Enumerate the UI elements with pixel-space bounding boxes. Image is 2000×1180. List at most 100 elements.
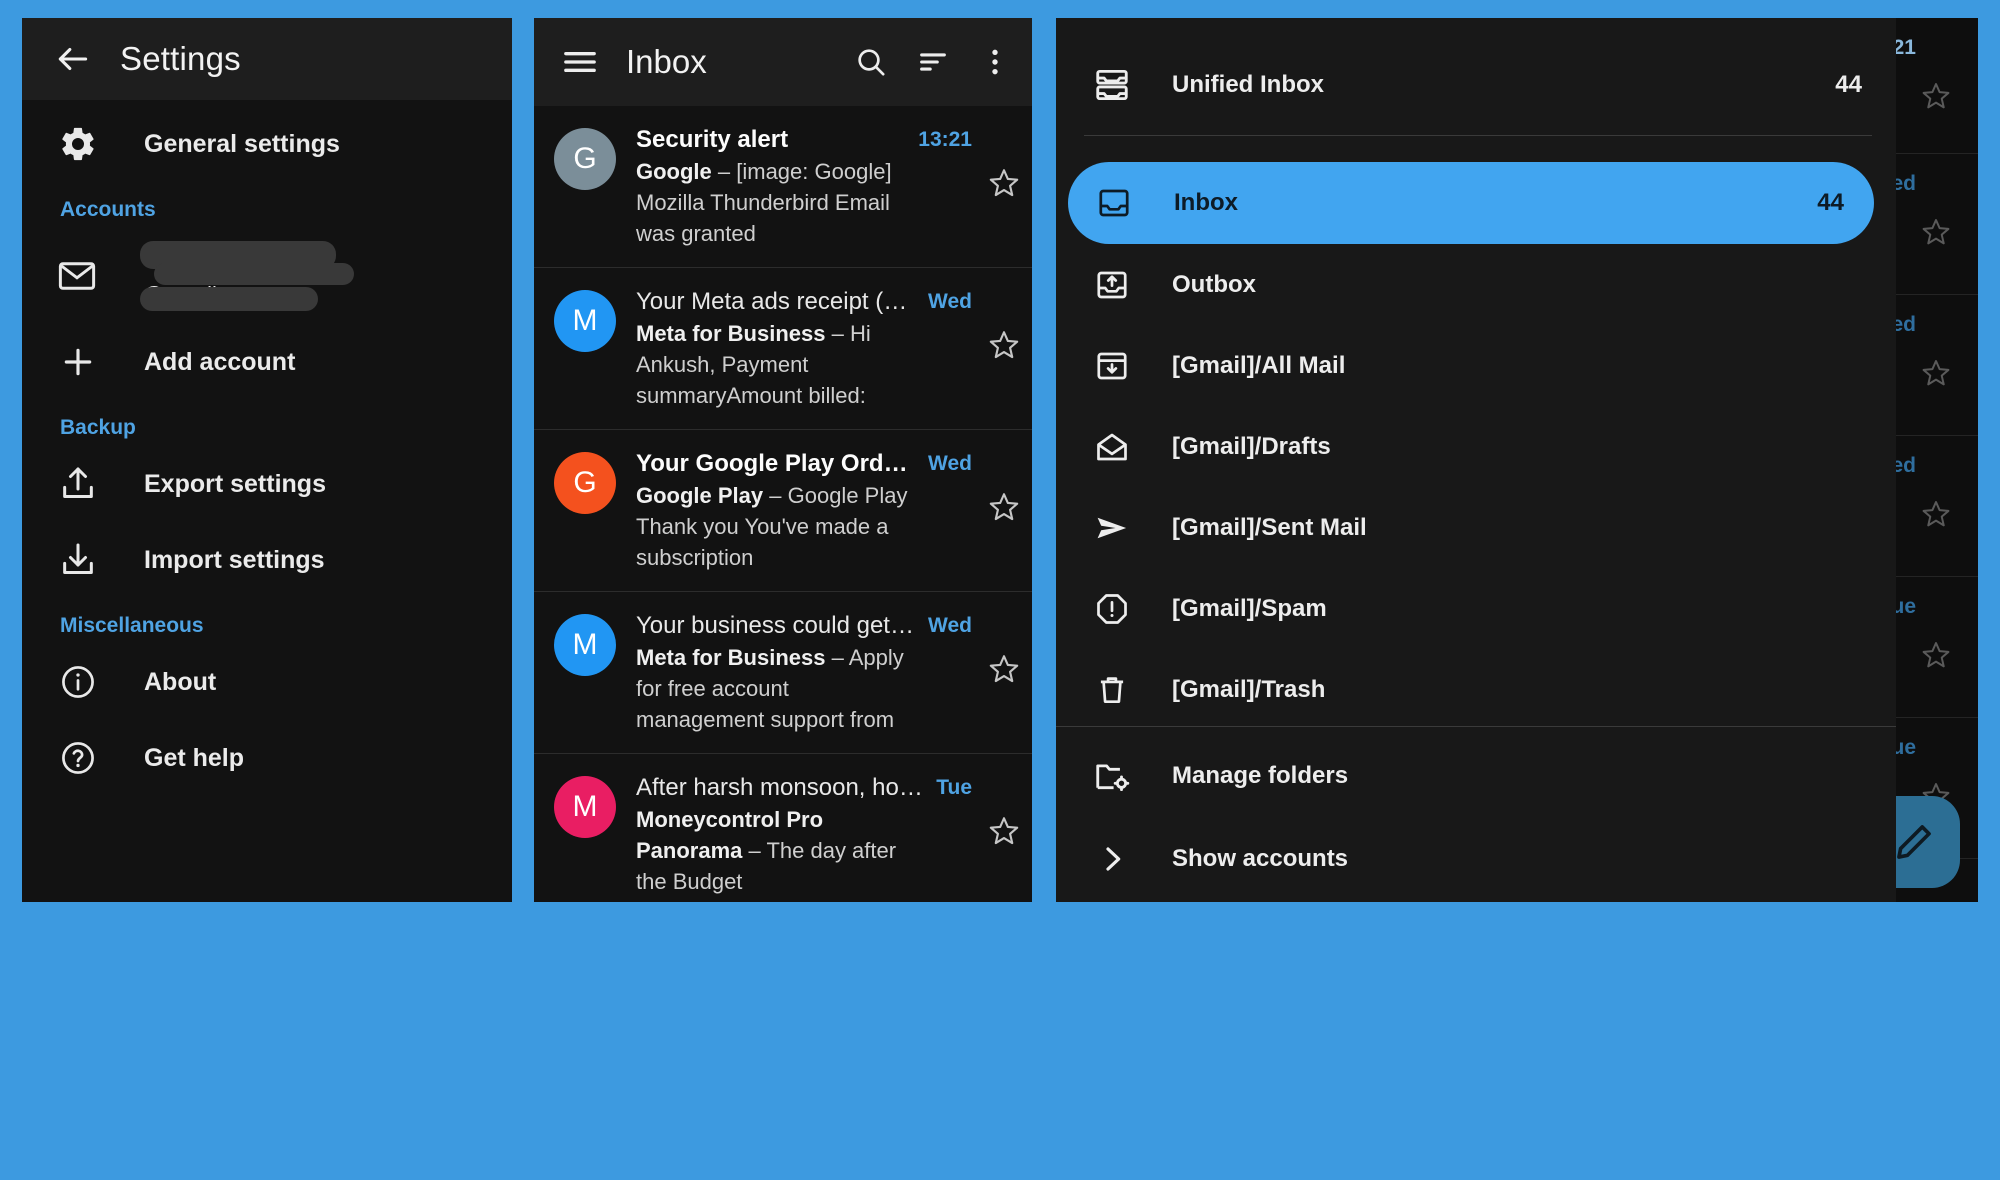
settings-item-label: General settings [144, 130, 340, 159]
send-icon [1092, 508, 1132, 548]
email-header-row: Your Meta ads receipt (Accou…Wed [636, 286, 976, 318]
drawer-item-show-accounts[interactable]: Show accounts [1056, 816, 1896, 902]
info-circle-icon [56, 660, 100, 704]
drawer-item-label: [Gmail]/Drafts [1172, 433, 1862, 461]
drawer-item-gmail-drafts[interactable]: [Gmail]/Drafts [1056, 406, 1896, 487]
sort-icon[interactable] [916, 45, 950, 79]
drawer-item-gmail-sent-mail[interactable]: [Gmail]/Sent Mail [1056, 487, 1896, 568]
drawer-item-label: Unified Inbox [1172, 71, 1835, 99]
settings-item-add-account[interactable]: Add account [22, 324, 512, 400]
email-date: 13:21 [918, 124, 976, 156]
drawer-item-gmail-spam[interactable]: [Gmail]/Spam [1056, 568, 1896, 649]
screenshot-stage: Settings General settings Accounts [0, 0, 2000, 1180]
drawer-item-inbox[interactable]: Inbox44 [1068, 162, 1874, 244]
drawer-footer: Manage folders Show accounts [1056, 726, 1896, 902]
archive-icon [1092, 346, 1132, 386]
email-preview: Google – [image: Google] Mozilla Thunder… [636, 156, 976, 249]
drawer-item-unified-inbox[interactable]: Unified Inbox 44 [1056, 44, 1896, 125]
upload-icon [56, 462, 100, 506]
star-button[interactable] [976, 286, 1032, 411]
settings-item-general[interactable]: General settings [22, 106, 512, 182]
email-sender: Google Play [636, 483, 763, 508]
settings-item-label: Add account [144, 348, 295, 377]
star-button[interactable] [976, 448, 1032, 573]
star-button[interactable] [976, 772, 1032, 897]
email-preview: Meta for Business – Apply for free accou… [636, 642, 976, 735]
email-subject: Your Meta ads receipt (Accou… [636, 286, 928, 318]
settings-item-get-help[interactable]: Get help [22, 720, 512, 796]
drawer-item-label: Show accounts [1172, 845, 1862, 873]
search-icon[interactable] [854, 45, 888, 79]
appbar-actions [854, 45, 1012, 79]
settings-item-about[interactable]: About [22, 644, 512, 720]
email-list-item[interactable]: G Your Google Play Order Rece…Wed Google P… [534, 430, 1032, 592]
drawer-folder-list[interactable]: Inbox44Outbox[Gmail]/All Mail[Gmail]/Dra… [1056, 148, 1896, 811]
section-header-backup: Backup [22, 400, 512, 446]
folder-drawer-panel: 13:21WedWedWedTueTue Unified Inbox 44 [1056, 18, 1978, 902]
drawer-item-label: [Gmail]/Trash [1172, 676, 1862, 704]
navigation-drawer: Unified Inbox 44 Inbox44Outbox[Gmail]/Al… [1056, 18, 1896, 902]
email-content: Your Google Play Order Rece…Wed Google Pl… [616, 448, 976, 573]
drawer-divider [1084, 135, 1872, 136]
email-date: Wed [928, 286, 976, 318]
settings-item-export[interactable]: Export settings [22, 446, 512, 522]
email-header-row: Your Google Play Order Rece…Wed [636, 448, 976, 480]
settings-item-account[interactable]: @gmail.com @gmail.com [22, 228, 512, 324]
email-content: After harsh monsoon, hopes t…TueMoneycon… [616, 772, 976, 897]
email-subject: Security alert [636, 124, 918, 156]
star-icon [1920, 357, 1952, 389]
avatar: G [554, 452, 616, 514]
email-list-item[interactable]: MYour Meta ads receipt (Accou…WedMeta fo… [534, 268, 1032, 430]
drawer-item-manage-folders[interactable]: Manage folders [1056, 735, 1896, 816]
star-button[interactable] [976, 124, 1032, 249]
email-subject: After harsh monsoon, hopes t… [636, 772, 936, 804]
settings-appbar: Settings [22, 18, 512, 100]
settings-item-import[interactable]: Import settings [22, 522, 512, 598]
settings-panel: Settings General settings Accounts [22, 18, 512, 902]
drawer-item-outbox[interactable]: Outbox [1056, 244, 1896, 325]
email-content: Your Meta ads receipt (Accou…WedMeta for… [616, 286, 976, 411]
hamburger-menu-icon[interactable] [560, 42, 600, 82]
account-email-secondary: @gmail.com [142, 282, 265, 307]
email-header-row: Your business could get 90 d…Wed [636, 610, 976, 642]
email-preview: Moneycontrol Pro Panorama – The day afte… [636, 804, 976, 897]
draft-envelope-icon [1092, 427, 1132, 467]
email-list-item[interactable]: MYour business could get 90 d…WedMeta fo… [534, 592, 1032, 754]
email-preview: Meta for Business – Hi Ankush, Payment s… [636, 318, 976, 411]
drawer-item-count: 44 [1817, 189, 1844, 217]
question-circle-icon [56, 736, 100, 780]
inbox-panel: Inbox GSecurity a [534, 18, 1032, 902]
drawer-item-label: [Gmail]/Spam [1172, 595, 1862, 623]
download-icon [56, 538, 100, 582]
inbox-appbar: Inbox [534, 18, 1032, 106]
drawer-item-count: 44 [1835, 71, 1862, 99]
overflow-menu-icon[interactable] [978, 45, 1012, 79]
account-email-primary: @gmail.com [142, 243, 281, 271]
trash-icon [1092, 670, 1132, 710]
email-sender: Meta for Business [636, 321, 826, 346]
drawer-item-label: Manage folders [1172, 762, 1862, 790]
gear-icon [56, 122, 100, 166]
star-button[interactable] [976, 610, 1032, 735]
avatar: M [554, 776, 616, 838]
drawer-item-gmail-all-mail[interactable]: [Gmail]/All Mail [1056, 325, 1896, 406]
drawer-item-gmail-trash[interactable]: [Gmail]/Trash [1056, 649, 1896, 730]
email-date: Wed [928, 610, 976, 642]
settings-item-label: Get help [144, 744, 244, 773]
email-header-row: After harsh monsoon, hopes t…Tue [636, 772, 976, 804]
settings-item-label: About [144, 668, 216, 697]
email-list[interactable]: G Security alert13:21Google – [image: Goo… [534, 106, 1032, 902]
email-sender: Google [636, 159, 712, 184]
email-list-item[interactable]: GSecurity alert13:21Google – [image: Goo… [534, 106, 1032, 268]
email-date: Tue [936, 772, 976, 804]
back-arrow-icon[interactable] [54, 40, 92, 78]
outbox-icon [1092, 265, 1132, 305]
drawer-item-label: [Gmail]/All Mail [1172, 352, 1862, 380]
drawer-item-label: Inbox [1174, 189, 1817, 217]
email-list-item[interactable]: MAfter harsh monsoon, hopes t…TueMoneyco… [534, 754, 1032, 902]
spam-octagon-icon [1092, 589, 1132, 629]
page-title: Settings [120, 40, 241, 78]
email-sender: Meta for Business [636, 645, 826, 670]
avatar: M [554, 614, 616, 676]
section-header-accounts: Accounts [22, 182, 512, 228]
